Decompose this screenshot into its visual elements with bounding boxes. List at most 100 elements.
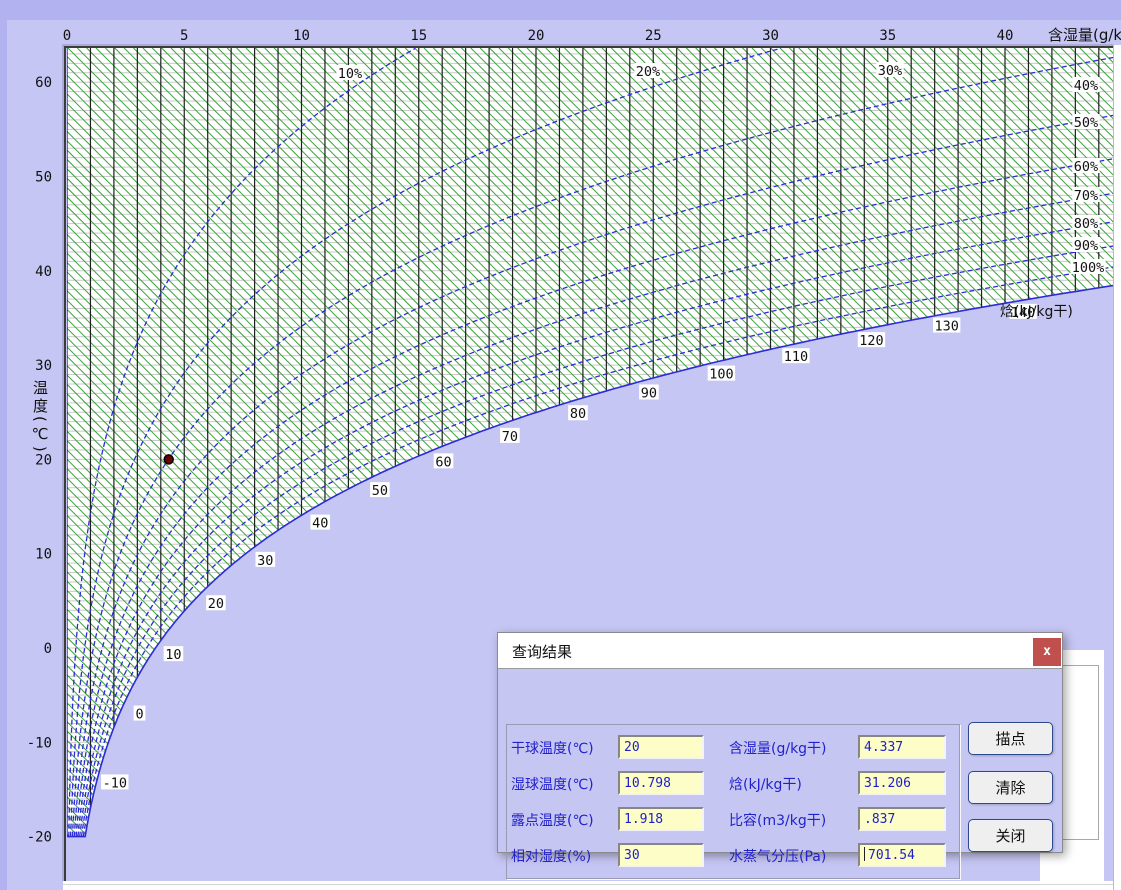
dialog-title: 查询结果 bbox=[512, 641, 572, 662]
rh-label-10%: 10% bbox=[336, 65, 363, 82]
enthalpy-label-90: 90 bbox=[639, 384, 659, 401]
enthalpy-label-80: 80 bbox=[568, 405, 588, 422]
svg-text:40%: 40% bbox=[1074, 78, 1098, 94]
right-strip bbox=[1113, 45, 1121, 890]
text-cursor bbox=[864, 847, 865, 861]
rh-label-20%: 20% bbox=[634, 63, 661, 80]
x-tick-20: 20 bbox=[528, 28, 545, 44]
dialog-titlebar[interactable]: 查询结果 x bbox=[498, 633, 1062, 669]
bottom-strip bbox=[63, 881, 1121, 890]
x-tick-30: 30 bbox=[762, 28, 779, 44]
enthalpy-label-50: 50 bbox=[370, 482, 390, 499]
svg-text:20%: 20% bbox=[636, 64, 660, 80]
svg-text:60%: 60% bbox=[1074, 159, 1098, 175]
svg-text:10%: 10% bbox=[338, 66, 362, 82]
wet-bulb-label: 湿球温度(℃) bbox=[511, 774, 594, 794]
x-axis-title: 含湿量(g/kg干) bbox=[1048, 24, 1121, 45]
svg-text:50: 50 bbox=[372, 483, 388, 499]
svg-text:30: 30 bbox=[257, 553, 273, 569]
x-tick-35: 35 bbox=[879, 28, 896, 44]
enthalpy-label-130: 130 bbox=[933, 318, 960, 335]
y-tick-10: 10 bbox=[35, 547, 52, 563]
dialog-content: 干球温度(℃) 湿球温度(℃) 露点温度(℃) 相对湿度(%) 含湿量(g/kg… bbox=[498, 669, 1062, 852]
svg-text:90%: 90% bbox=[1074, 238, 1098, 254]
svg-text:60: 60 bbox=[435, 454, 451, 470]
enthalpy-label: 焓(kJ/kg干) bbox=[729, 774, 802, 794]
enthalpy-input[interactable] bbox=[858, 771, 946, 795]
svg-text:130: 130 bbox=[934, 319, 958, 335]
vapor-pressure-label: 水蒸气分压(Pa) bbox=[729, 846, 826, 866]
close-dialog-button[interactable]: 关闭 bbox=[968, 819, 1053, 852]
close-button[interactable]: x bbox=[1033, 638, 1061, 666]
enthalpy-label-10: 10 bbox=[164, 646, 184, 663]
svg-text:50%: 50% bbox=[1074, 115, 1098, 131]
close-icon: x bbox=[1043, 644, 1051, 659]
rh-label-50%: 50% bbox=[1072, 114, 1099, 131]
rh-label-70%: 70% bbox=[1072, 187, 1099, 204]
enthalpy-axis-title: 焓(kJ/kg干) bbox=[1000, 301, 1073, 321]
enthalpy-label-0: 0 bbox=[134, 706, 146, 723]
svg-text:100%: 100% bbox=[1072, 260, 1105, 276]
plot-point-button[interactable]: 描点 bbox=[968, 722, 1053, 755]
svg-text:20: 20 bbox=[208, 596, 224, 612]
svg-text:70: 70 bbox=[502, 429, 518, 445]
enthalpy-label-70: 70 bbox=[500, 428, 520, 445]
specific-volume-input[interactable] bbox=[858, 807, 946, 831]
y-tick-40: 40 bbox=[35, 264, 52, 280]
rh-label-100%: 100% bbox=[1070, 259, 1105, 276]
y-tick-0: 0 bbox=[44, 641, 52, 657]
moisture-content-label: 含湿量(g/kg干) bbox=[729, 738, 827, 758]
y-tick--10: -10 bbox=[27, 735, 52, 751]
svg-text:100: 100 bbox=[709, 367, 733, 383]
svg-text:90: 90 bbox=[641, 385, 657, 401]
svg-text:110: 110 bbox=[784, 349, 808, 365]
x-tick-5: 5 bbox=[180, 28, 188, 44]
y-tick-20: 20 bbox=[35, 452, 52, 468]
clear-button[interactable]: 清除 bbox=[968, 771, 1053, 804]
vapor-pressure-input[interactable]: 701.54 bbox=[858, 843, 946, 867]
svg-text:30%: 30% bbox=[878, 63, 902, 79]
y-tick-60: 60 bbox=[35, 75, 52, 91]
rh-label-60%: 60% bbox=[1072, 158, 1099, 175]
svg-text:-10: -10 bbox=[103, 775, 127, 791]
marked-point[interactable] bbox=[164, 455, 173, 464]
svg-text:80%: 80% bbox=[1074, 216, 1098, 232]
enthalpy-label-40: 40 bbox=[310, 515, 330, 532]
svg-text:70%: 70% bbox=[1074, 188, 1098, 204]
svg-text:10: 10 bbox=[165, 647, 181, 663]
dry-bulb-input[interactable] bbox=[618, 735, 704, 759]
wet-bulb-input[interactable] bbox=[618, 771, 704, 795]
enthalpy-label--10: -10 bbox=[101, 774, 128, 791]
rh-label-80%: 80% bbox=[1072, 215, 1099, 232]
enthalpy-label-20: 20 bbox=[206, 595, 226, 612]
relative-humidity-label: 相对湿度(%) bbox=[511, 846, 591, 866]
dew-point-input[interactable] bbox=[618, 807, 704, 831]
enthalpy-label-110: 110 bbox=[782, 348, 809, 365]
rh-label-40%: 40% bbox=[1072, 77, 1099, 94]
svg-text:80: 80 bbox=[570, 406, 586, 422]
x-tick-0: 0 bbox=[63, 28, 71, 44]
x-tick-15: 15 bbox=[410, 28, 427, 44]
specific-volume-label: 比容(m3/kg干) bbox=[729, 810, 826, 830]
y-tick--20: -20 bbox=[27, 830, 52, 846]
y-axis-title: 温度(℃) bbox=[30, 380, 51, 455]
y-tick-30: 30 bbox=[35, 358, 52, 374]
svg-text:0: 0 bbox=[135, 707, 143, 723]
svg-text:120: 120 bbox=[859, 333, 883, 349]
x-tick-10: 10 bbox=[293, 28, 310, 44]
dry-bulb-label: 干球温度(℃) bbox=[511, 738, 594, 758]
enthalpy-label-100: 100 bbox=[708, 366, 735, 383]
vapor-pressure-value: 701.54 bbox=[868, 848, 915, 863]
x-tick-25: 25 bbox=[645, 28, 662, 44]
enthalpy-label-30: 30 bbox=[256, 552, 276, 569]
dew-point-label: 露点温度(℃) bbox=[511, 810, 594, 830]
query-result-dialog: 查询结果 x 干球温度(℃) 湿球温度(℃) 露点温度(℃) 相对湿度(%) 含… bbox=[497, 632, 1063, 853]
enthalpy-label-60: 60 bbox=[434, 453, 454, 470]
enthalpy-label-120: 120 bbox=[858, 332, 885, 349]
moisture-content-input[interactable] bbox=[858, 735, 946, 759]
relative-humidity-input[interactable] bbox=[618, 843, 704, 867]
y-tick-50: 50 bbox=[35, 170, 52, 186]
x-tick-40: 40 bbox=[997, 28, 1014, 44]
svg-text:40: 40 bbox=[312, 516, 328, 532]
rh-label-30%: 30% bbox=[876, 62, 903, 79]
